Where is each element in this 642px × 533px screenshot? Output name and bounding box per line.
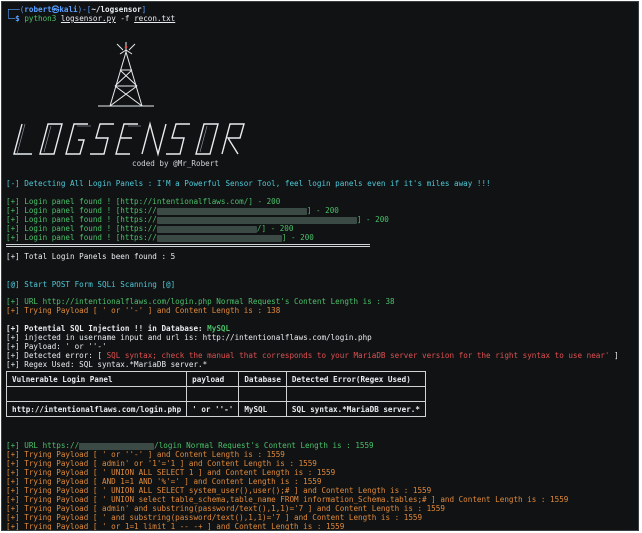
payload-row: [+] Trying Payload [ ' UNION ALL SELECT … bbox=[6, 468, 336, 477]
prompt-line: ┌──(robert㉿kali)-[~/logsensor] bbox=[6, 5, 147, 14]
found-row: [+] Login panel found ! [https://] - 200 bbox=[6, 215, 389, 224]
table-cell: MySQL bbox=[238, 401, 287, 417]
antenna-tower-icon bbox=[98, 42, 154, 107]
payload-row: [+] Trying Payload [ ' or 1=1 limit 1 --… bbox=[6, 522, 345, 531]
error-message: SQL syntax; check the manual that corres… bbox=[106, 351, 610, 360]
table-header: Detected Error(Regex Used) bbox=[285, 371, 426, 387]
table-header: payload bbox=[186, 371, 240, 387]
payload-row: [+] Trying Payload [ ' or ''-' ] and Con… bbox=[6, 450, 285, 459]
divider bbox=[6, 244, 370, 245]
payload-row: [+] Trying Payload [ ' UNION ALL SELECT … bbox=[6, 486, 432, 495]
payload-row: [+] Trying Payload [ AND 1=1 AND '%'=' ]… bbox=[6, 477, 322, 486]
terminal-window[interactable]: { "prompt": { "user": "robert", "at": "㉿… bbox=[1, 1, 639, 531]
injected-line: [+] injected in username input and url i… bbox=[6, 333, 372, 342]
logsensor-logo bbox=[13, 121, 245, 157]
scan-start: [@] Start POST Form SQLi Scanning [@] bbox=[6, 280, 176, 289]
regex-line: [+] Regex Used: SQL syntax.*MariaDB serv… bbox=[6, 360, 208, 369]
table-cell: SQL syntax.*MariaDB server.* bbox=[285, 401, 426, 417]
prompt-host: kali bbox=[59, 5, 78, 14]
command-script: logsensor.py bbox=[60, 14, 116, 23]
found-row: [+] Login panel found ! [https://] - 200 bbox=[6, 206, 339, 215]
divider bbox=[6, 246, 370, 247]
vulnerability-table: Vulnerable Login Panel payload Database … bbox=[5, 371, 426, 417]
prompt-path: ~/logsensor bbox=[91, 5, 142, 14]
potential-sqli: [+] Potential SQL Injection !! in Databa… bbox=[6, 324, 231, 333]
found-row: [+] Login panel found ! [https:///] - 20… bbox=[6, 224, 294, 233]
detected-error-line: [+] Detected error: [ SQL syntax; check … bbox=[6, 351, 619, 360]
payload-row: [+] Trying Payload [ ' and substring(pas… bbox=[6, 513, 423, 522]
table-cell: ' or ''-' bbox=[186, 401, 240, 417]
command-name: python3 bbox=[24, 14, 57, 23]
command-file: recon.txt bbox=[134, 14, 176, 23]
normal-request-line: [+] URL https:///login Normal Request's … bbox=[6, 441, 374, 450]
payload-line: [+] Payload: ' or ''-' bbox=[6, 342, 107, 351]
table-header-row: Vulnerable Login Panel payload Database … bbox=[5, 371, 426, 387]
database-name: MySQL bbox=[207, 324, 231, 333]
trying-payload-line: [+] Trying Payload [ ' or ''-' ] and Con… bbox=[6, 306, 281, 315]
normal-request-line: [+] URL http://intentionalflaws.com/logi… bbox=[6, 297, 395, 306]
command-line[interactable]: └─$ python3 logsensor.py -f recon.txt bbox=[6, 14, 175, 23]
table-header: Database bbox=[238, 371, 287, 387]
table-header: Vulnerable Login Panel bbox=[5, 371, 188, 387]
found-row: [+] Login panel found ! [http://intentio… bbox=[6, 197, 281, 206]
payload-row: [+] Trying Payload [ admin' or '1'='1 ] … bbox=[6, 459, 317, 468]
payload-row: [+] Trying Payload [ admin' and substrin… bbox=[6, 504, 445, 513]
prompt-user: robert bbox=[24, 5, 52, 14]
table-cell: http://intentionalflaws.com/login.php bbox=[5, 401, 188, 417]
table-row: http://intentionalflaws.com/login.php ' … bbox=[5, 401, 426, 417]
found-row: [+] Login panel found ! [https://] - 200 bbox=[6, 233, 314, 242]
credit-text: coded by @Mr_Robert bbox=[132, 159, 219, 168]
total-panels: [+] Total Login Panels been found : 5 bbox=[6, 252, 176, 261]
detect-line: [-] Detecting All Login Panels : I'M a P… bbox=[6, 179, 491, 188]
payload-row: [+] Trying Payload [ ' UNION select tabl… bbox=[6, 495, 569, 504]
